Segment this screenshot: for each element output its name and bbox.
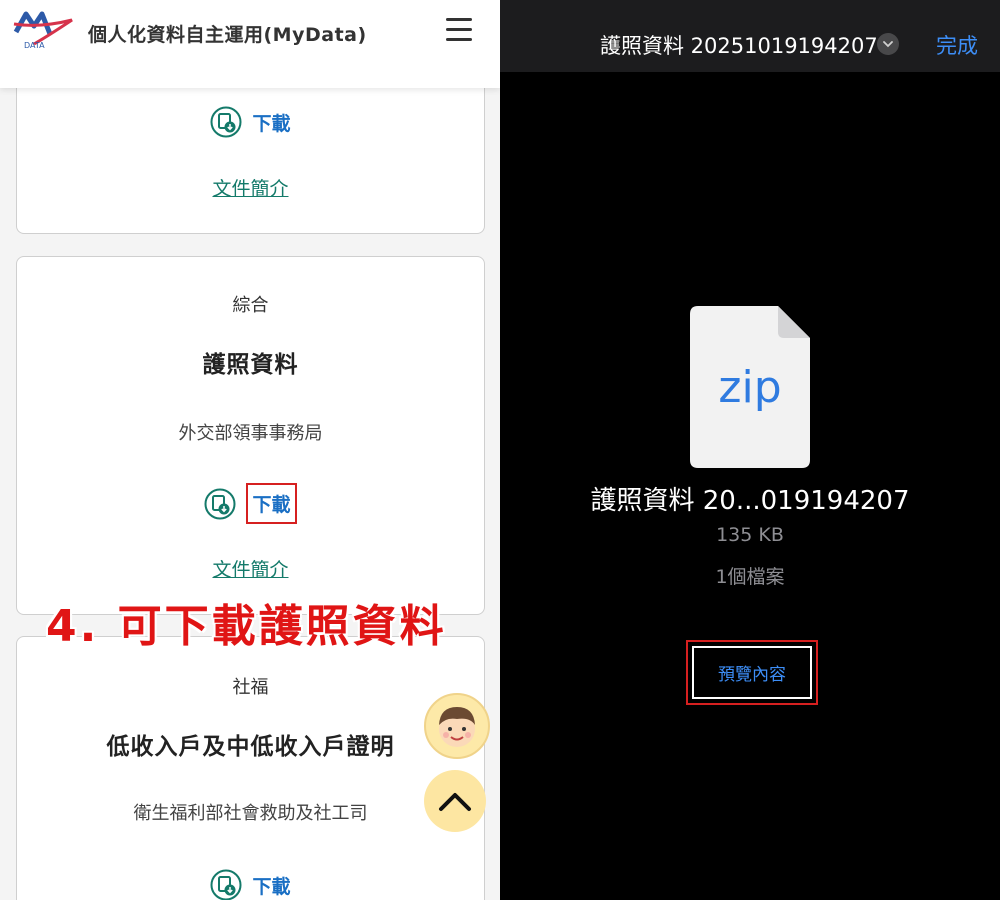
title-dropdown-button[interactable] [877, 33, 899, 55]
card-agency: 衛生福利部社會救助及社工司 [133, 803, 368, 824]
svg-text:DATA: DATA [24, 41, 45, 50]
download-link[interactable]: 下載 [252, 109, 290, 136]
passport-download-link[interactable]: 下載 [246, 483, 297, 524]
svg-text:zip: zip [718, 362, 781, 413]
file-size: 135 KB [716, 524, 784, 546]
download-document-icon [210, 106, 242, 138]
app-title: 個人化資料自主運用(MyData) [88, 24, 367, 46]
top-navigation-bar: DATA 個人化資料自主運用(MyData) [0, 0, 500, 88]
file-viewer-panel: 護照資料 20251019194207 完成 zip 護照資料 20...019… [500, 0, 1000, 900]
assistant-avatar-button[interactable] [424, 693, 490, 759]
preview-contents-button[interactable]: 預覽內容 [692, 646, 812, 699]
zip-file-icon: zip [690, 306, 810, 468]
download-row[interactable]: 下載 [17, 483, 484, 524]
card-category: 社福 [232, 677, 269, 698]
card-title: 護照資料 [202, 352, 299, 378]
card-category: 綜合 [232, 295, 269, 316]
viewer-title[interactable]: 護照資料 20251019194207 [600, 30, 878, 60]
card-agency: 外交部領事事務局 [178, 423, 323, 444]
preview-highlight: 預覽內容 [686, 640, 818, 705]
chevron-up-icon [439, 793, 471, 811]
viewer-header: 護照資料 20251019194207 完成 [500, 0, 1000, 72]
card-title: 低收入戶及中低收入戶證明 [106, 734, 395, 760]
hamburger-menu-icon[interactable] [446, 18, 472, 42]
step-annotation: 4. 可下載護照資料 [46, 601, 447, 652]
download-row[interactable]: 下載 [17, 106, 484, 138]
assistant-avatar-icon [439, 707, 475, 747]
download-document-icon [210, 869, 242, 900]
document-card-passport: 綜合 護照資料 外交部領事事務局 下載 文件簡介 [16, 256, 485, 615]
chevron-down-icon [883, 41, 893, 48]
download-link[interactable]: 下載 [252, 872, 290, 899]
back-to-top-button[interactable] [424, 770, 486, 832]
mydata-logo: DATA [13, 11, 73, 50]
file-count: 1個檔案 [715, 566, 785, 588]
done-button[interactable]: 完成 [936, 30, 978, 60]
document-intro-link[interactable]: 文件簡介 [212, 559, 288, 581]
document-intro-link[interactable]: 文件簡介 [212, 178, 288, 200]
document-card-low-income: 社福 低收入戶及中低收入戶證明 衛生福利部社會救助及社工司 下載 [16, 636, 485, 900]
mydata-web-panel: DATA 個人化資料自主運用(MyData) 下載 文件簡介 綜合 護照資料 外… [0, 0, 500, 900]
download-row[interactable]: 下載 [17, 869, 484, 900]
file-name: 護照資料 20...019194207 [590, 486, 910, 516]
download-document-icon [204, 488, 236, 519]
